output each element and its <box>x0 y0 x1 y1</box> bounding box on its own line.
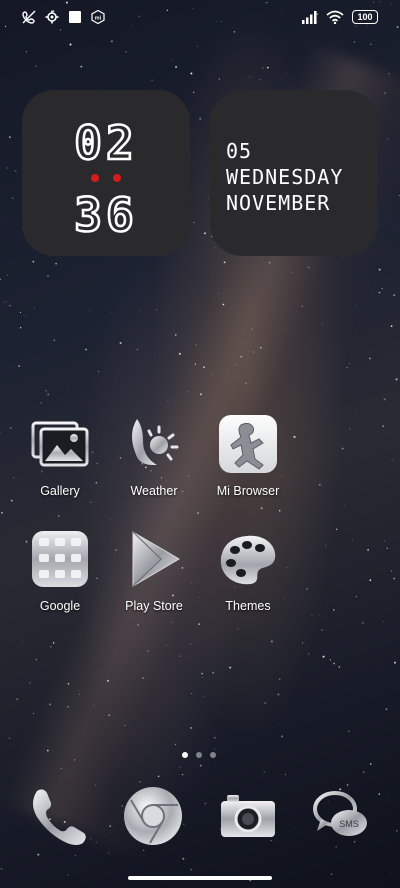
signal-icon <box>302 11 317 24</box>
app-gallery[interactable]: Gallery <box>15 413 105 498</box>
page-indicator <box>182 752 216 758</box>
wifi-icon <box>326 10 344 24</box>
page-dot-2 <box>196 752 202 758</box>
clock-hours: 02 <box>73 115 138 172</box>
clock-widget[interactable]: 02 36 <box>22 90 190 256</box>
app-themes[interactable]: Themes <box>203 528 293 613</box>
home-gesture-bar[interactable] <box>128 876 272 880</box>
settings-gear-icon <box>45 10 59 24</box>
page-dot-3 <box>210 752 216 758</box>
app-label-gallery: Gallery <box>40 484 80 498</box>
chrome-icon[interactable] <box>122 785 184 847</box>
date-month: NOVEMBER <box>226 191 331 215</box>
page-dot-1 <box>182 752 188 758</box>
battery-icon: 100 <box>352 10 378 24</box>
date-weekday: WEDNESDAY <box>226 165 344 189</box>
app-google-folder[interactable]: Google <box>15 528 105 613</box>
app-label-themes: Themes <box>225 599 271 613</box>
app-mi-browser[interactable]: Mi Browser <box>203 413 293 498</box>
app-weather[interactable]: Weather <box>109 413 199 498</box>
sms-icon[interactable]: SMS <box>311 785 373 847</box>
weather-icon <box>132 419 179 465</box>
clock-separator <box>91 174 121 182</box>
camera-icon[interactable] <box>217 785 279 847</box>
date-widget[interactable]: 05 WEDNESDAY NOVEMBER <box>210 90 378 256</box>
sms-icon-label: SMS <box>339 819 359 829</box>
phone-icon[interactable] <box>27 785 89 847</box>
dock: SMS <box>0 785 400 855</box>
date-day: 05 <box>226 139 253 163</box>
browser-icon <box>219 415 277 473</box>
google-folder-icon <box>32 531 88 587</box>
themes-palette-icon <box>220 535 276 585</box>
app-label-weather: Weather <box>130 484 178 498</box>
app-label-play-store: Play Store <box>125 599 183 613</box>
battery-level: 100 <box>357 12 373 22</box>
clock-minutes: 36 <box>73 187 138 244</box>
app-play-store[interactable]: Play Store <box>109 528 199 613</box>
gallery-icon <box>31 421 89 467</box>
date-text: 05 WEDNESDAY NOVEMBER <box>226 138 343 216</box>
notification-square-icon <box>69 11 81 23</box>
status-bar: mi 100 <box>0 0 400 36</box>
mi-icon: mi <box>91 10 105 24</box>
no-call-icon <box>22 10 36 24</box>
app-label-google: Google <box>39 599 81 613</box>
svg-text:mi: mi <box>95 15 102 21</box>
app-label-mi-browser: Mi Browser <box>216 484 280 498</box>
play-store-icon <box>132 531 180 587</box>
